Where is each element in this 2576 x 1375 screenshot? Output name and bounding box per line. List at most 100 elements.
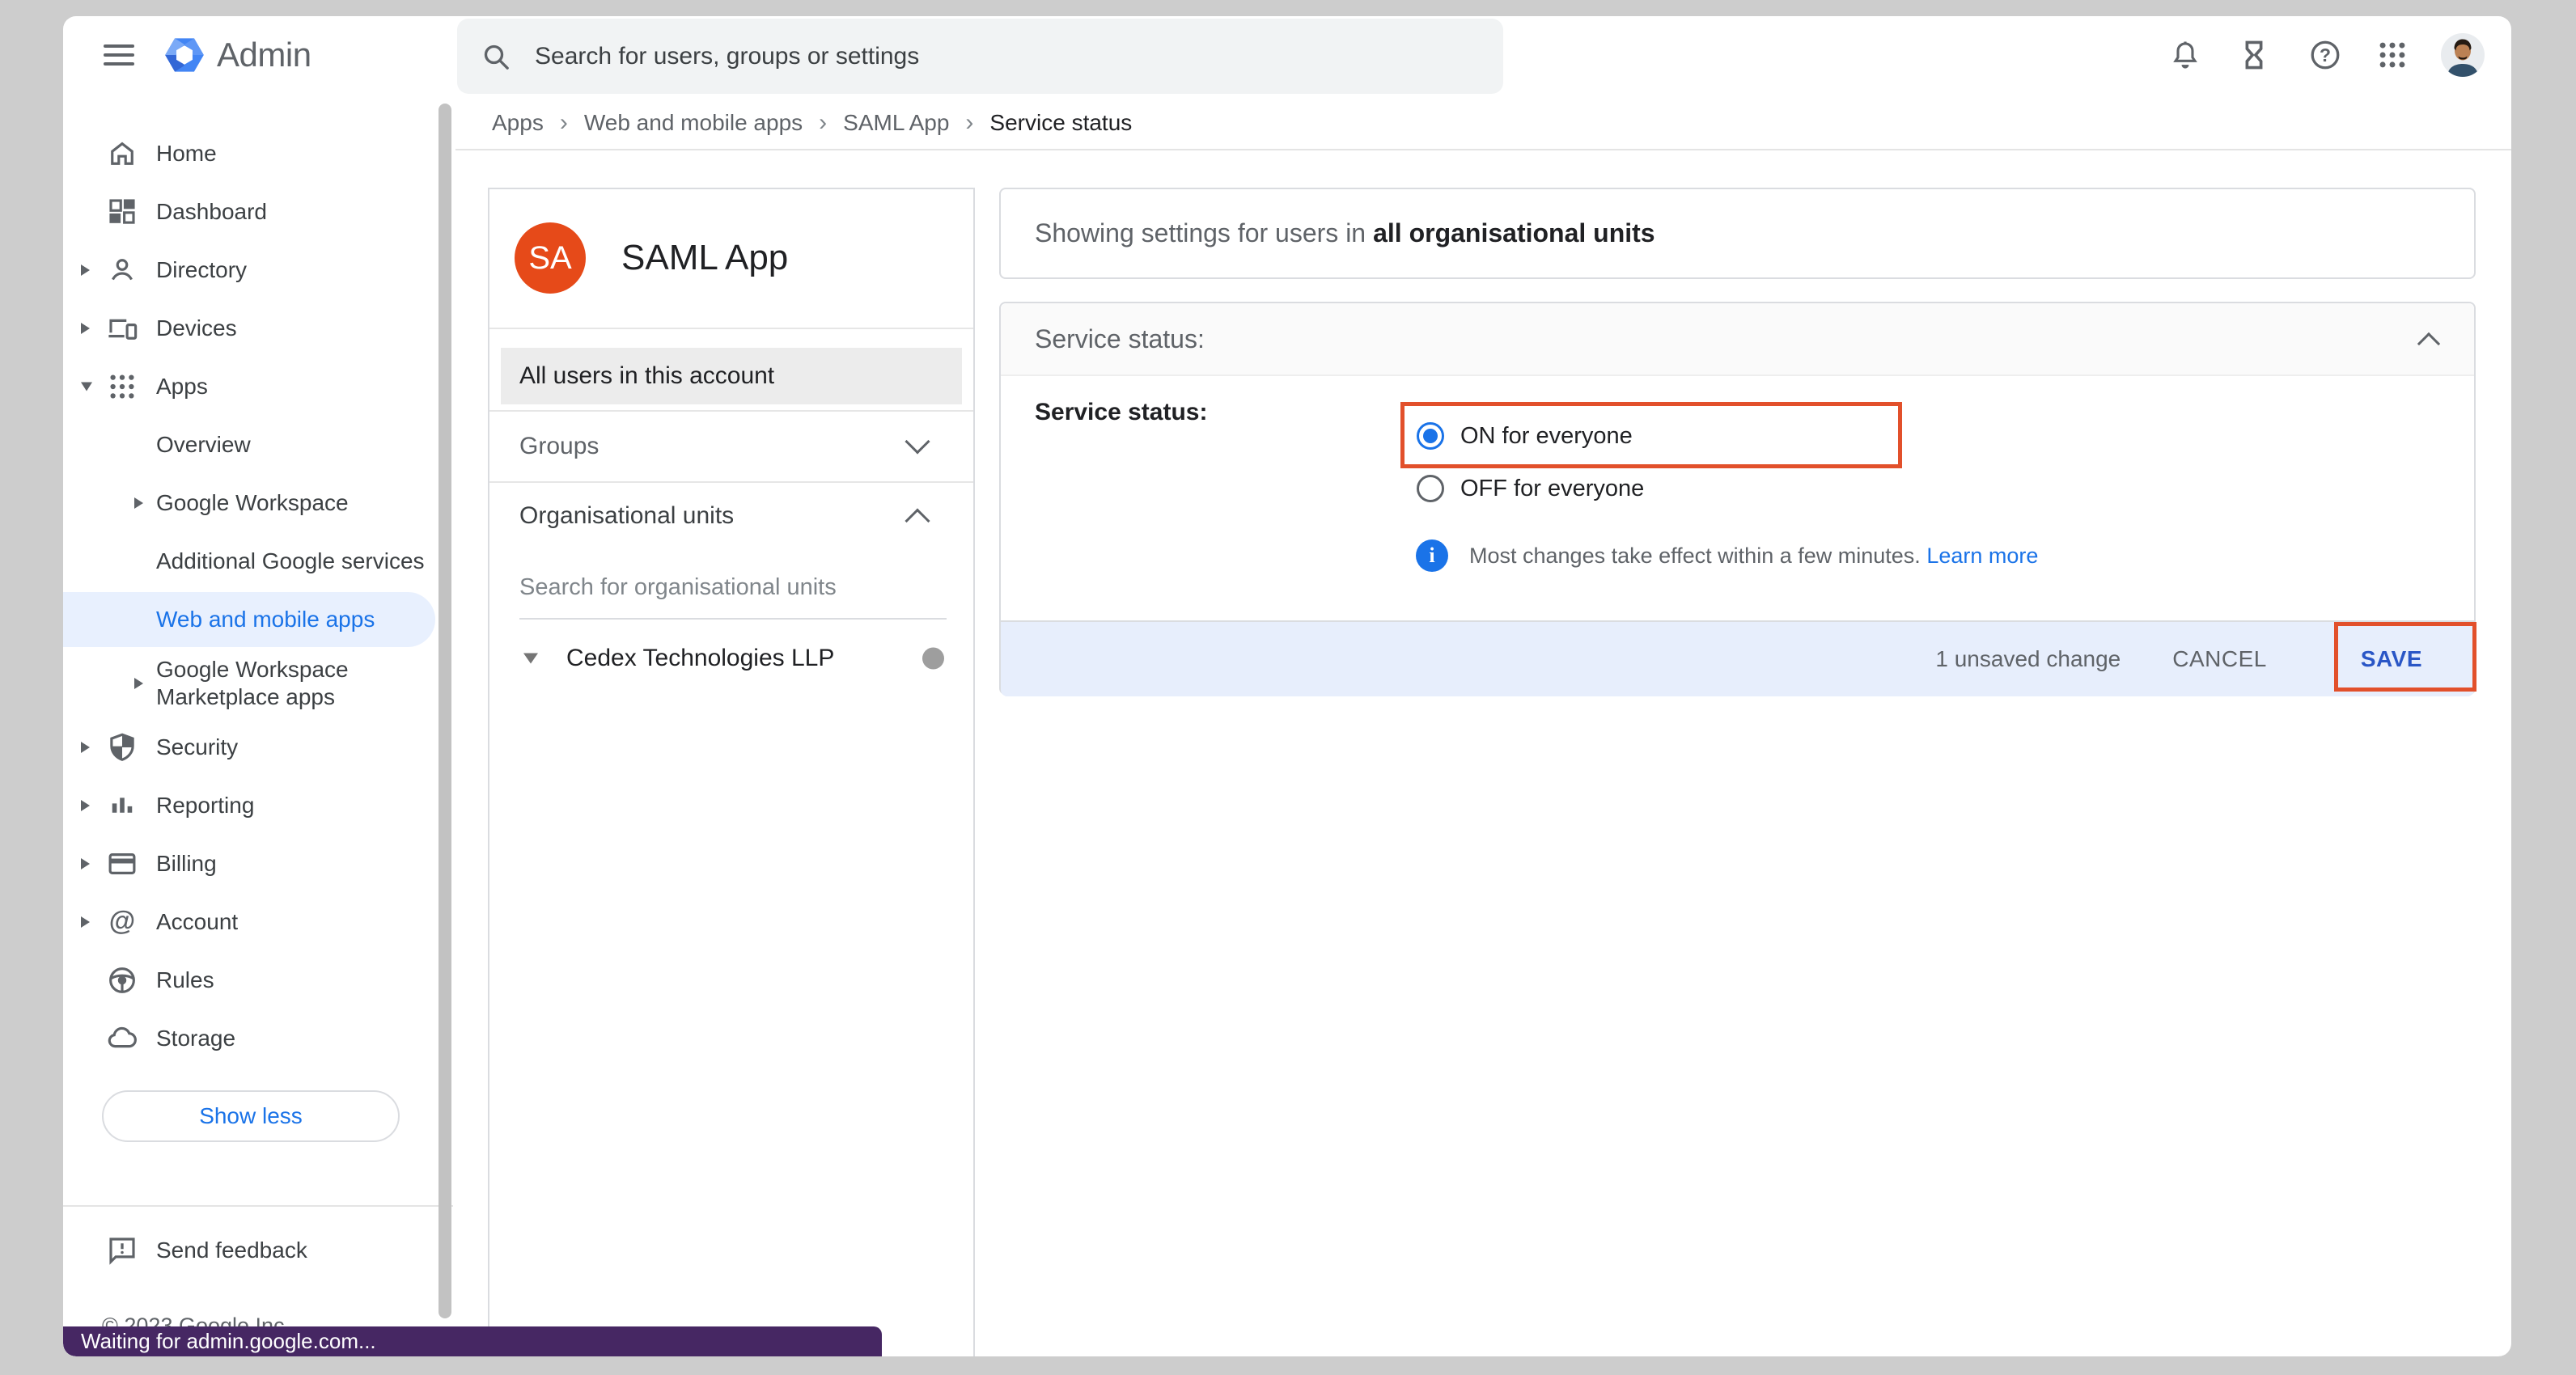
menu-icon[interactable] xyxy=(104,44,134,66)
expand-right-icon xyxy=(81,323,90,334)
sidebar-item-google-workspace[interactable]: Google Workspace xyxy=(63,474,453,532)
radio-on-for-everyone[interactable]: ON for everyone xyxy=(1417,422,1633,450)
user-avatar[interactable] xyxy=(2441,33,2485,77)
field-label: Service status: xyxy=(1035,399,1207,426)
chevron-down-icon xyxy=(905,429,930,454)
save-button[interactable]: SAVE xyxy=(2361,646,2422,672)
svg-text:?: ? xyxy=(2320,44,2331,66)
expand-right-icon xyxy=(134,678,143,689)
help-icon[interactable]: ? xyxy=(2307,37,2343,73)
sidebar-item-rules[interactable]: Rules xyxy=(63,951,453,1009)
apps-icon xyxy=(105,370,139,404)
groups-section-header[interactable]: Groups xyxy=(489,412,973,481)
all-users-item[interactable]: All users in this account xyxy=(501,348,962,404)
admin-logo-icon xyxy=(163,34,205,76)
app-title: SAML App xyxy=(621,238,788,278)
sidebar-item-home[interactable]: Home xyxy=(63,125,453,183)
breadcrumb-separator: › xyxy=(560,109,568,137)
radio-unselected-icon[interactable] xyxy=(1417,475,1444,502)
section-header[interactable]: Service status: xyxy=(1001,303,2474,376)
cancel-button[interactable]: CANCEL xyxy=(2172,646,2267,672)
app-avatar-badge: SA xyxy=(515,222,586,294)
radio-off-for-everyone[interactable]: OFF for everyone xyxy=(1417,475,1644,502)
breadcrumb-web-and-mobile-apps[interactable]: Web and mobile apps xyxy=(584,110,803,136)
at-sign-icon: @ xyxy=(105,905,139,939)
expand-right-icon xyxy=(81,800,90,811)
search-icon xyxy=(480,40,512,73)
svg-text:@: @ xyxy=(109,907,135,937)
org-unit-status-dot xyxy=(922,648,944,670)
chevron-up-icon xyxy=(905,508,930,533)
org-unit-search[interactable] xyxy=(519,563,947,620)
unsaved-changes-text: 1 unsaved change xyxy=(1935,646,2121,672)
apps-grid-icon[interactable] xyxy=(2375,37,2410,73)
sidebar-item-overview[interactable]: Overview xyxy=(63,416,453,474)
show-less-button[interactable]: Show less xyxy=(102,1090,400,1142)
radio-selected-icon[interactable] xyxy=(1417,422,1444,450)
feedback-icon xyxy=(105,1233,139,1267)
sidebar-item-devices[interactable]: Devices xyxy=(63,299,453,358)
divider xyxy=(489,328,973,329)
breadcrumb-apps[interactable]: Apps xyxy=(492,110,544,136)
sidebar-item-web-and-mobile-apps[interactable]: Web and mobile apps xyxy=(63,590,453,649)
learn-more-link[interactable]: Learn more xyxy=(1926,544,2038,568)
send-feedback-button[interactable]: Send feedback xyxy=(63,1221,453,1280)
breadcrumb-saml-app[interactable]: SAML App xyxy=(843,110,949,136)
breadcrumb-separator: › xyxy=(965,109,973,137)
scope-target: all organisational units xyxy=(1373,218,1655,248)
sidebar-item-additional-google-services[interactable]: Additional Google services xyxy=(63,532,453,590)
brand-title: Admin xyxy=(217,36,311,74)
sidebar-item-reporting[interactable]: Reporting xyxy=(63,776,453,835)
info-icon: i xyxy=(1416,539,1448,572)
expand-down-icon xyxy=(81,383,92,391)
expand-right-icon xyxy=(81,742,90,753)
dashboard-icon xyxy=(105,195,139,229)
tree-expand-icon[interactable] xyxy=(523,654,538,664)
sidebar-item-apps[interactable]: Apps xyxy=(63,358,453,416)
org-unit-name: Cedex Technologies LLP xyxy=(566,645,834,672)
sidebar-item-account[interactable]: @ Account xyxy=(63,893,453,951)
sidebar-nav: Home Dashboard xyxy=(63,125,453,1356)
org-units-section-header[interactable]: Organisational units xyxy=(489,483,973,549)
section-title: Service status: xyxy=(1035,324,1205,354)
bar-chart-icon xyxy=(105,789,139,823)
breadcrumb: Apps › Web and mobile apps › SAML App › … xyxy=(455,97,2511,150)
notifications-bell-icon[interactable] xyxy=(2167,37,2203,73)
expand-right-icon xyxy=(81,916,90,928)
shield-icon xyxy=(105,730,139,764)
org-unit-search-input[interactable] xyxy=(519,563,947,612)
credit-card-icon xyxy=(105,847,139,881)
app-panel: SA SAML App All users in this account Gr… xyxy=(488,188,975,1356)
admin-brand[interactable]: Admin xyxy=(163,34,311,76)
search-input[interactable] xyxy=(533,42,1423,71)
steering-wheel-icon xyxy=(105,963,139,997)
screen: Admin ? xyxy=(0,0,2576,1375)
sidebar-item-storage[interactable]: Storage xyxy=(63,1009,453,1068)
scope-prefix: Showing settings for users in xyxy=(1035,218,1366,248)
sidebar-item-security[interactable]: Security xyxy=(63,718,453,776)
devices-icon xyxy=(105,311,139,345)
expand-right-icon xyxy=(81,264,90,276)
tasks-hourglass-icon[interactable] xyxy=(2236,37,2272,73)
org-unit-root-row[interactable]: Cedex Technologies LLP xyxy=(489,632,973,684)
home-icon xyxy=(105,137,139,171)
cloud-icon xyxy=(105,1022,139,1056)
note-text: Most changes take effect within a few mi… xyxy=(1469,544,1921,568)
status-text: Waiting for admin.google.com... xyxy=(81,1329,376,1354)
sidebar-scrollbar[interactable] xyxy=(439,104,451,1318)
save-footer: 1 unsaved change CANCEL SAVE xyxy=(1001,620,2474,696)
global-search[interactable] xyxy=(457,19,1503,94)
breadcrumb-separator: › xyxy=(819,109,827,137)
info-note-row: i Most changes take effect within a few … xyxy=(1416,539,2038,572)
sidebar-item-billing[interactable]: Billing xyxy=(63,835,453,893)
service-status-card: Service status: Service status: ON for e… xyxy=(999,302,2476,695)
expand-right-icon xyxy=(134,497,143,509)
sidebar-item-dashboard[interactable]: Dashboard xyxy=(63,183,453,241)
expand-right-icon xyxy=(81,858,90,869)
scope-banner: Showing settings for users in all organi… xyxy=(999,188,2476,279)
sidebar-item-directory[interactable]: Directory xyxy=(63,241,453,299)
sidebar-item-marketplace-apps[interactable]: Google Workspace Marketplace apps xyxy=(63,649,453,718)
sidebar-divider xyxy=(63,1205,453,1207)
browser-status-bar: Waiting for admin.google.com... xyxy=(63,1326,882,1356)
admin-console-window: Admin ? xyxy=(63,16,2511,1356)
